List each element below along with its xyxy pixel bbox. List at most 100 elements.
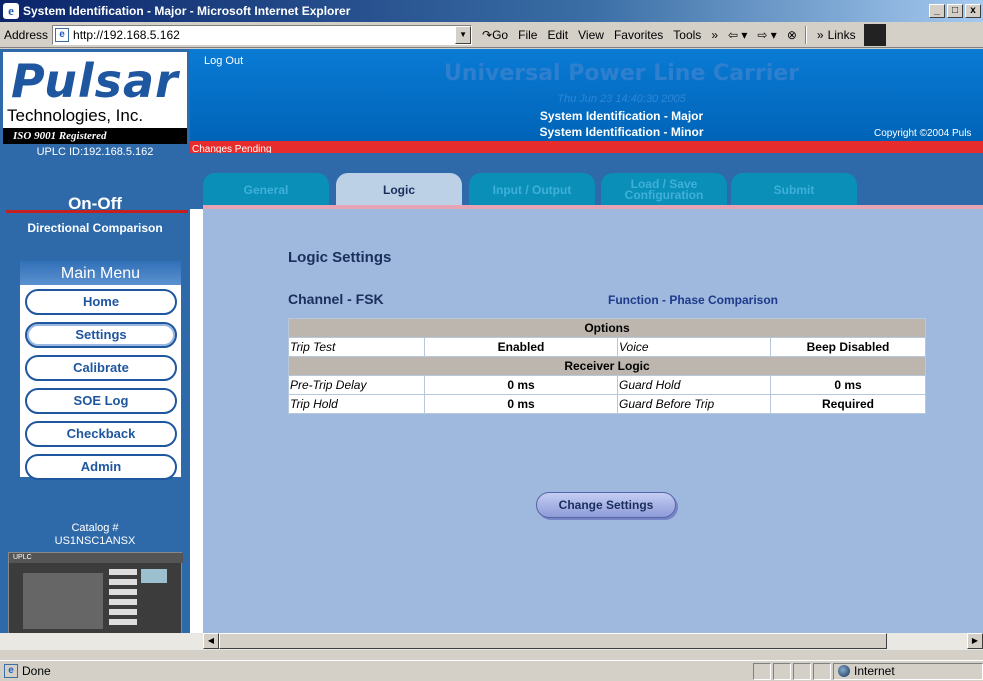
section-row: Receiver Logic bbox=[288, 356, 926, 376]
toolbar-divider bbox=[804, 25, 807, 44]
minimize-button[interactable]: _ bbox=[929, 4, 945, 18]
catalog-label: Catalog # bbox=[71, 522, 119, 534]
menu-file[interactable]: File bbox=[518, 28, 537, 42]
scroll-thumb[interactable] bbox=[219, 633, 887, 649]
horizontal-scrollbar[interactable]: ◀ ▶ bbox=[0, 633, 983, 650]
menu-soe-log-button[interactable]: SOE Log bbox=[25, 388, 177, 414]
system-id-minor: System Identification - Minor bbox=[539, 125, 704, 139]
change-settings-button[interactable]: Change Settings bbox=[536, 492, 676, 518]
table-row: Pre-Trip Delay 0 ms Guard Hold 0 ms bbox=[288, 375, 926, 395]
scheme-label: Directional Comparison bbox=[27, 221, 163, 235]
security-zone: Internet bbox=[833, 662, 983, 680]
browser-window: e System Identification - Major - Micros… bbox=[0, 0, 983, 681]
voice-value: Beep Disabled bbox=[770, 337, 926, 357]
channel-label: Channel - FSK bbox=[288, 291, 384, 307]
trip-hold-label: Trip Hold bbox=[288, 394, 425, 414]
product-title: Universal Power Line Carrier bbox=[443, 61, 800, 86]
scroll-left-arrow-icon[interactable]: ◀ bbox=[203, 633, 219, 649]
device-keypad bbox=[109, 569, 137, 629]
device-label: UPLC bbox=[9, 553, 183, 563]
forward-arrow-icon[interactable]: ⇨ ▾ bbox=[757, 28, 776, 42]
title-bar: e System Identification - Major - Micros… bbox=[0, 0, 983, 22]
links-chevron[interactable]: » bbox=[817, 28, 824, 42]
mode-underline bbox=[6, 210, 188, 213]
menu-view[interactable]: View bbox=[578, 28, 604, 42]
page-title: Logic Settings bbox=[288, 249, 392, 266]
guard-hold-label: Guard Hold bbox=[617, 375, 771, 395]
address-url[interactable]: http://192.168.5.162 bbox=[73, 28, 455, 42]
device-panel bbox=[23, 573, 103, 629]
trip-hold-value: 0 ms bbox=[424, 394, 618, 414]
back-arrow-icon[interactable]: ⇦ ▾ bbox=[728, 28, 747, 42]
guard-before-trip-value: Required bbox=[770, 394, 926, 414]
menu-calibrate-button[interactable]: Calibrate bbox=[25, 355, 177, 381]
window-title: System Identification - Major - Microsof… bbox=[23, 4, 351, 18]
pre-trip-delay-label: Pre-Trip Delay bbox=[288, 375, 425, 395]
status-text: Done bbox=[22, 664, 51, 678]
menu-favorites[interactable]: Favorites bbox=[614, 28, 663, 42]
stop-icon[interactable]: ⊗ bbox=[787, 28, 797, 42]
status-bar: e Done Internet bbox=[0, 660, 983, 681]
go-button[interactable]: ↷Go bbox=[482, 28, 508, 42]
sidebar: Pulsar Technologies, Inc. ISO 9001 Regis… bbox=[0, 49, 190, 641]
page-icon: e bbox=[55, 27, 70, 42]
menu-home-button[interactable]: Home bbox=[25, 289, 177, 315]
page-viewport: Pulsar Technologies, Inc. ISO 9001 Regis… bbox=[0, 49, 983, 641]
go-arrow-icon: ↷ bbox=[482, 27, 493, 42]
function-label: Function - Phase Comparison bbox=[608, 293, 779, 307]
menu-edit[interactable]: Edit bbox=[547, 28, 568, 42]
address-toolbar: Address e http://192.168.5.162 ▼ ↷Go Fil… bbox=[0, 22, 983, 48]
tab-bar: General Logic Input / Output Load / Save… bbox=[190, 153, 983, 211]
settings-table: Options Trip Test Enabled Voice Beep Dis… bbox=[288, 318, 926, 414]
company-name: Technologies, Inc. bbox=[7, 106, 144, 125]
links-label[interactable]: Links bbox=[828, 28, 856, 42]
ie-icon: e bbox=[3, 3, 19, 19]
tab-load-save-line2: Configuration bbox=[624, 188, 704, 202]
catalog-number: US1NSC1ANSX bbox=[54, 535, 136, 547]
iso-label: ISO 9001 Registered bbox=[3, 128, 187, 144]
address-dropdown-icon[interactable]: ▼ bbox=[455, 25, 472, 44]
main-menu-title: Main Menu bbox=[20, 261, 181, 285]
trip-test-value: Enabled bbox=[424, 337, 618, 357]
zone-label: Internet bbox=[854, 664, 895, 678]
voice-label: Voice bbox=[617, 337, 771, 357]
menu-tools[interactable]: Tools bbox=[673, 28, 701, 42]
system-id-major: System Identification - Major bbox=[539, 109, 704, 123]
uplc-id: UPLC ID:192.168.5.162 bbox=[36, 146, 154, 158]
scroll-right-arrow-icon[interactable]: ▶ bbox=[967, 633, 983, 649]
table-row: Trip Hold 0 ms Guard Before Trip Require… bbox=[288, 394, 926, 414]
status-cell bbox=[753, 662, 771, 680]
page-done-icon: e bbox=[4, 664, 18, 678]
status-cell bbox=[773, 662, 791, 680]
guard-hold-value: 0 ms bbox=[770, 375, 926, 395]
go-label: Go bbox=[492, 27, 509, 42]
section-receiver-logic: Receiver Logic bbox=[288, 356, 926, 376]
main-content: Logic Settings Channel - FSK Function - … bbox=[203, 209, 983, 641]
pre-trip-delay-value: 0 ms bbox=[424, 375, 618, 395]
copyright: Copyright ©2004 Puls bbox=[874, 128, 972, 139]
device-image: UPLC bbox=[8, 552, 183, 638]
section-options: Options bbox=[288, 318, 926, 338]
maximize-button[interactable]: □ bbox=[947, 4, 963, 18]
pending-bar: Changes Pending bbox=[190, 141, 983, 155]
address-input[interactable]: e http://192.168.5.162 ▼ bbox=[52, 24, 473, 45]
company-logo: Pulsar Technologies, Inc. ISO 9001 Regis… bbox=[3, 52, 187, 144]
menu-settings-button[interactable]: Settings bbox=[25, 322, 177, 348]
guard-before-trip-label: Guard Before Trip bbox=[617, 394, 771, 414]
menu-checkback-button[interactable]: Checkback bbox=[25, 421, 177, 447]
menu-admin-button[interactable]: Admin bbox=[25, 454, 177, 480]
device-screen bbox=[141, 569, 167, 583]
address-label: Address bbox=[4, 27, 49, 42]
close-button[interactable]: x bbox=[965, 4, 981, 18]
main-menu: Main Menu Home Settings Calibrate SOE Lo… bbox=[20, 261, 181, 480]
globe-icon bbox=[838, 665, 850, 677]
section-row: Options bbox=[288, 318, 926, 338]
menu-more-chevron[interactable]: » bbox=[711, 28, 718, 42]
windows-logo-icon bbox=[863, 23, 886, 46]
page-header: Log Out Universal Power Line Carrier Thu… bbox=[190, 49, 983, 141]
catalog-info: Catalog # US1NSC1ANSX bbox=[0, 522, 190, 548]
status-cell bbox=[813, 662, 831, 680]
trip-test-label: Trip Test bbox=[288, 337, 425, 357]
logo-wordmark: Pulsar bbox=[11, 54, 179, 108]
status-cell bbox=[793, 662, 811, 680]
